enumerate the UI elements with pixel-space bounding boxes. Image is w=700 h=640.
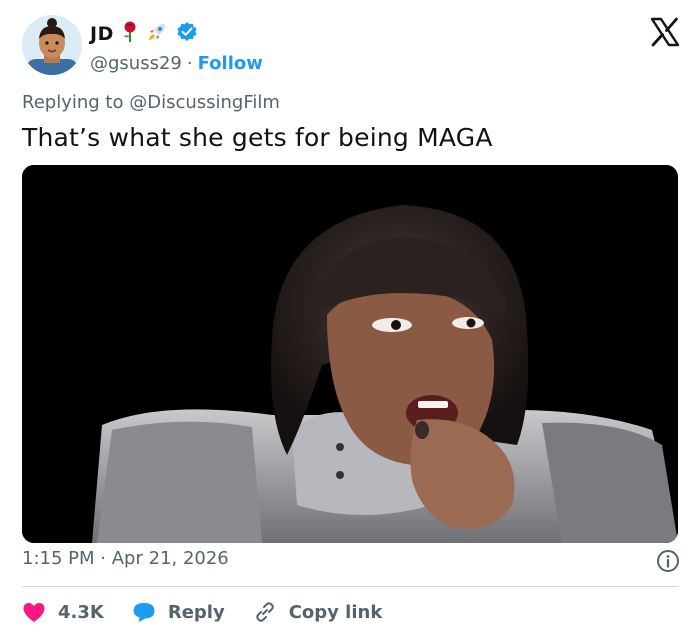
info-icon[interactable] <box>656 549 680 573</box>
name-row: JD <box>90 21 263 47</box>
link-icon <box>255 602 274 622</box>
follow-button[interactable]: Follow <box>198 53 263 74</box>
copy-link-button[interactable]: Copy link <box>253 600 383 624</box>
timestamp-separator: · <box>100 548 106 569</box>
verified-badge-icon <box>176 21 198 47</box>
tweet-actions: 4.3K Reply Copy link <box>22 598 410 626</box>
tweet-timestamp[interactable]: 1:15 PM · Apr 21, 2026 <box>22 548 229 569</box>
tweet-header: JD @gsuss29 · Follow <box>22 15 682 79</box>
like-button[interactable]: 4.3K <box>22 601 104 623</box>
copy-link-label: Copy link <box>288 601 383 623</box>
replying-to-label: Replying to <box>22 92 124 113</box>
author-block: JD @gsuss29 · Follow <box>90 21 263 76</box>
display-name[interactable]: JD <box>90 23 114 45</box>
avatar[interactable] <box>22 15 82 75</box>
tweet-date: Apr 21, 2026 <box>111 548 229 569</box>
handle-row: @gsuss29 · Follow <box>90 50 263 76</box>
reply-label: Reply <box>167 601 225 623</box>
reply-mention-link[interactable]: @DiscussingFilm <box>129 92 280 113</box>
replying-to: Replying to @DiscussingFilm <box>22 92 280 113</box>
divider <box>22 586 678 587</box>
reply-button[interactable]: Reply <box>132 601 225 623</box>
reply-bubble-icon <box>133 603 155 622</box>
rocket-emoji <box>146 21 168 47</box>
x-logo-icon[interactable] <box>650 17 680 47</box>
tweet-media-image[interactable] <box>22 165 678 543</box>
heart-icon <box>23 603 45 622</box>
tweet-time: 1:15 PM <box>22 548 95 569</box>
like-count: 4.3K <box>58 601 104 623</box>
rose-emoji <box>122 21 138 47</box>
separator-dot: · <box>186 52 193 74</box>
author-handle[interactable]: @gsuss29 <box>90 53 182 74</box>
tweet-text: That’s what she gets for being MAGA <box>22 123 493 152</box>
